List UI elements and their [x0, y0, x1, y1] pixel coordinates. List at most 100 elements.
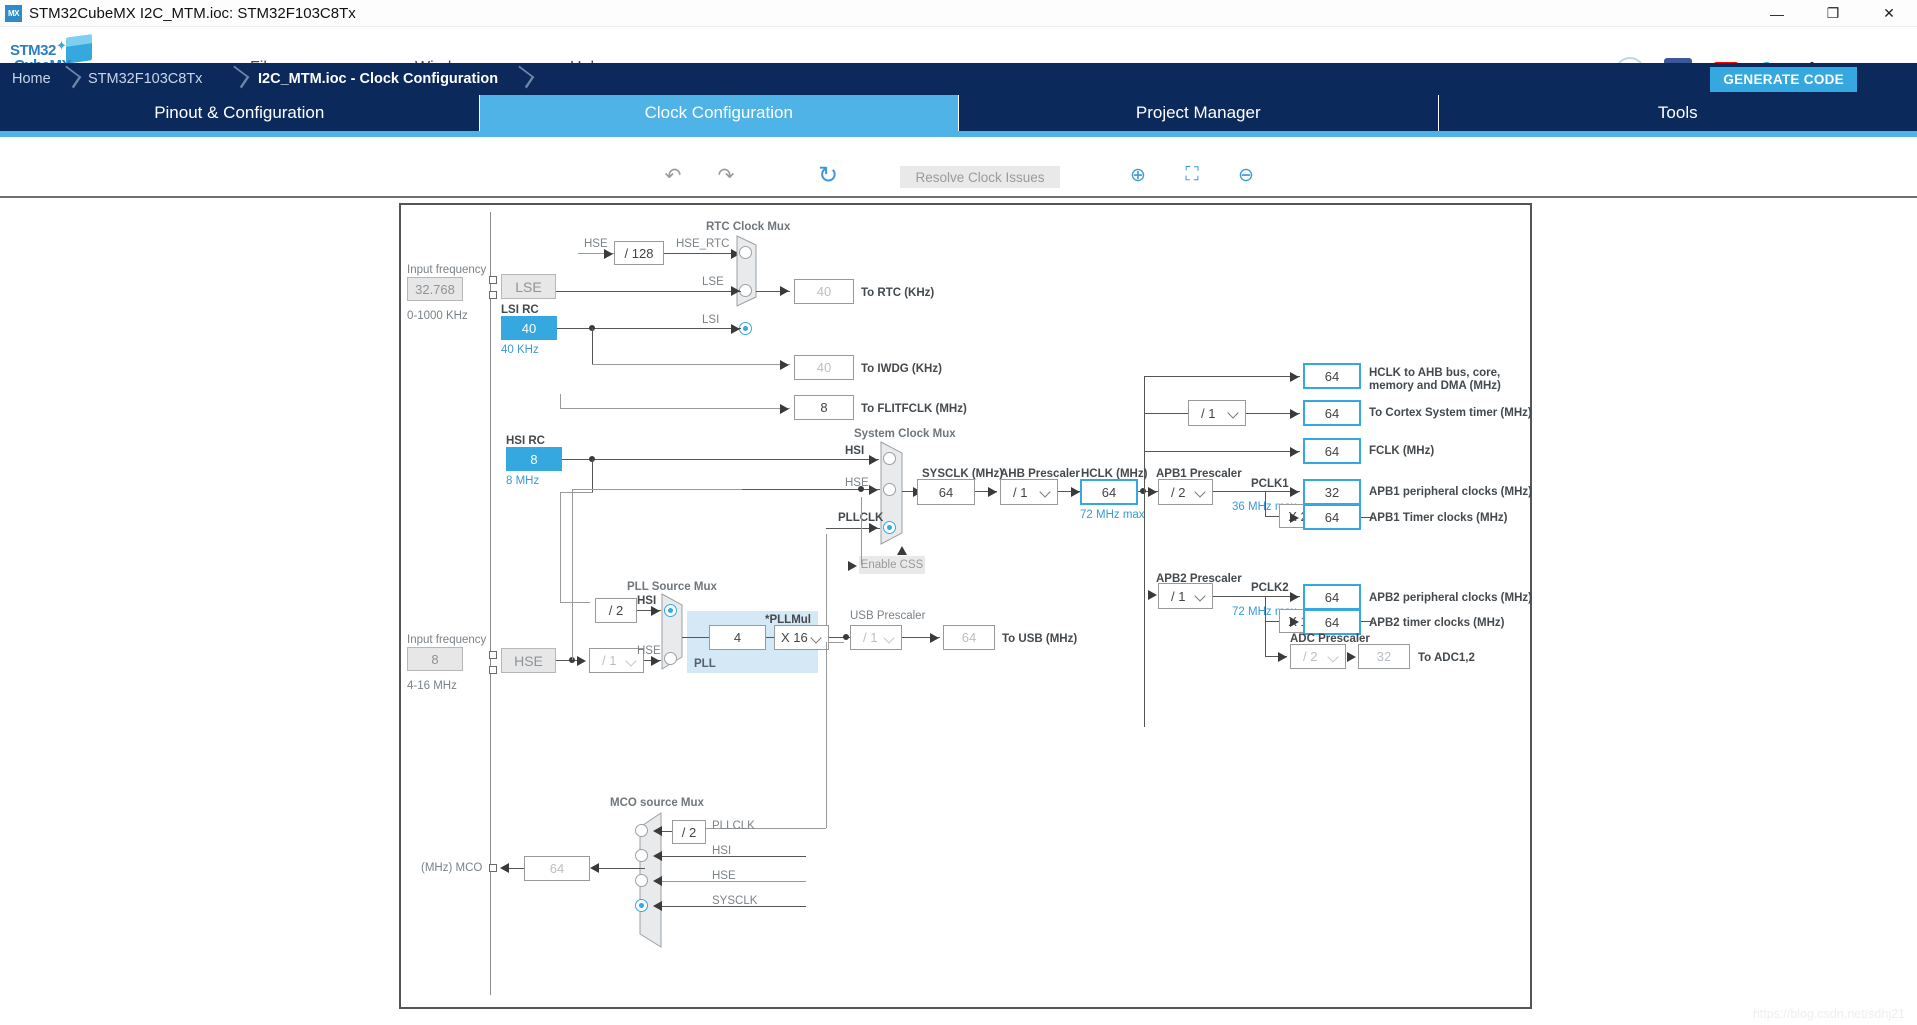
- enable-css-button[interactable]: Enable CSS: [859, 556, 925, 574]
- tab-tools[interactable]: Tools: [1438, 95, 1917, 131]
- hse-range-label: 4-16 MHz: [407, 680, 457, 692]
- arrow-sysmux-hse: [869, 485, 878, 495]
- tab-pinout-configuration[interactable]: Pinout & Configuration: [0, 95, 480, 131]
- fclk-field[interactable]: 64: [1303, 438, 1361, 464]
- pll-group-label: PLL: [694, 658, 716, 670]
- hse-input-frequency-label: Input frequency: [407, 634, 487, 646]
- arrow-apb2-periph: [1290, 592, 1299, 602]
- arrow-rtcmux-in1: [731, 286, 740, 296]
- chevron-down-icon: [625, 654, 637, 667]
- to-flitfclk-field[interactable]: 8: [794, 395, 854, 420]
- adc-prescaler-select[interactable]: / 2: [1290, 644, 1346, 669]
- pllmux-radio-hsi[interactable]: [664, 604, 677, 617]
- sysmux-radio-pllclk[interactable]: [883, 521, 896, 534]
- breadcrumb-device[interactable]: STM32F103C8Tx: [88, 63, 202, 95]
- hse-prescaler-value: / 1: [602, 653, 617, 668]
- mco-mux-radio-pllclk[interactable]: [635, 824, 648, 837]
- sysclk-field[interactable]: 64: [917, 479, 975, 505]
- sysmux-hsi-label: HSI: [845, 445, 865, 457]
- breadcrumb-home[interactable]: Home: [12, 63, 51, 95]
- redo-icon[interactable]: ↷: [708, 157, 744, 193]
- rtc-mux-radio-hse-rtc[interactable]: [739, 246, 752, 259]
- arrow-iwdg: [780, 360, 789, 370]
- apb1-peripheral-field[interactable]: 32: [1303, 479, 1361, 505]
- hse-source-box[interactable]: HSE: [501, 648, 556, 673]
- wire-hsi-main: [562, 459, 879, 460]
- ahb-output-field[interactable]: 64: [1303, 363, 1361, 389]
- apb2-prescaler-select[interactable]: / 1: [1158, 583, 1213, 609]
- breadcrumb-chevron-1: [60, 63, 82, 95]
- hse-rtc-divider-box[interactable]: / 128: [614, 241, 664, 265]
- wire-mco-hsi: [662, 856, 806, 857]
- reset-clock-icon[interactable]: ↻: [810, 157, 846, 193]
- to-adc-field[interactable]: 32: [1358, 644, 1410, 669]
- lsi-value-field[interactable]: 40: [501, 316, 557, 340]
- clock-tree-canvas[interactable]: [399, 203, 1532, 1009]
- wire-hsi-into-div2: [560, 602, 590, 603]
- wire-css-feed: [861, 497, 862, 565]
- wire-apb2-x1-drop: [1265, 596, 1266, 621]
- fit-view-icon[interactable]: ⛶: [1174, 157, 1210, 193]
- wire-pllmux-to-pll: [682, 637, 709, 638]
- mco-output-field[interactable]: 64: [524, 856, 590, 881]
- arrow-hse-div128: [604, 249, 613, 259]
- to-usb-field[interactable]: 64: [943, 625, 995, 650]
- hse-input-frequency-field[interactable]: 8: [407, 647, 463, 671]
- undo-icon[interactable]: ↶: [655, 157, 691, 193]
- wire-apb1-x2-drop: [1265, 491, 1266, 516]
- zoom-out-icon[interactable]: ⊖: [1228, 157, 1264, 193]
- tab-project-manager[interactable]: Project Manager: [959, 95, 1439, 131]
- hclk-field[interactable]: 64: [1080, 479, 1138, 505]
- wire-mco-hse: [662, 881, 806, 882]
- arrow-hclk: [1071, 487, 1080, 497]
- wire-apb2-pclk2: [1213, 596, 1300, 597]
- ahb-prescaler-select[interactable]: / 1: [1000, 479, 1058, 505]
- restore-button[interactable]: ❐: [1805, 0, 1861, 27]
- cortex-timer-field[interactable]: 64: [1303, 400, 1361, 426]
- wire-lsi-to-rtcmux: [557, 328, 741, 329]
- wire-apb2-adc-drop: [1265, 621, 1266, 656]
- mco-output-label: (MHz) MCO: [421, 862, 483, 874]
- apb2-timer-field[interactable]: 64: [1303, 609, 1361, 635]
- cortex-prescaler-select[interactable]: / 1: [1188, 400, 1246, 426]
- lse-input-frequency-label: Input frequency: [407, 264, 487, 276]
- generate-code-button[interactable]: GENERATE CODE: [1710, 67, 1857, 92]
- arrow-mco-hse: [653, 876, 662, 886]
- lse-input-frequency-field[interactable]: 32.768: [407, 277, 463, 301]
- apb2-timer-label: APB2 timer clocks (MHz): [1369, 617, 1505, 629]
- sysmux-radio-hse[interactable]: [883, 483, 896, 496]
- lse-source-box[interactable]: LSE: [501, 274, 556, 299]
- resolve-clock-issues-button[interactable]: Resolve Clock Issues: [900, 166, 1060, 188]
- minimize-button[interactable]: —: [1749, 0, 1805, 27]
- arrow-apb2-prescaler: [1148, 590, 1157, 600]
- hse-prescaler-select[interactable]: / 1: [589, 648, 644, 673]
- breadcrumb-current[interactable]: I2C_MTM.ioc - Clock Configuration: [258, 63, 498, 95]
- apb1-prescaler-select[interactable]: / 2: [1158, 479, 1213, 505]
- apb1-timer-field[interactable]: 64: [1303, 504, 1361, 530]
- arrow-sysmux-hsi: [869, 455, 878, 465]
- lsi-unit-label: 40 KHz: [501, 344, 539, 356]
- fclk-label: FCLK (MHz): [1369, 445, 1435, 457]
- mco-mux-radio-hse[interactable]: [635, 874, 648, 887]
- wire-hsi-to-flitfclk: [560, 408, 790, 409]
- hsi-value-field[interactable]: 8: [506, 447, 562, 471]
- close-button[interactable]: ✕: [1861, 0, 1917, 27]
- usb-prescaler-select[interactable]: / 1: [850, 625, 902, 650]
- tab-clock-configuration[interactable]: Clock Configuration: [479, 95, 959, 131]
- mco-mux-radio-hsi[interactable]: [635, 849, 648, 862]
- apb2-peripheral-field[interactable]: 64: [1303, 584, 1361, 610]
- to-iwdg-field[interactable]: 40: [794, 355, 854, 380]
- zoom-in-icon[interactable]: ⊕: [1120, 157, 1156, 193]
- mco-mux-radio-sysclk[interactable]: [635, 899, 648, 912]
- rtc-clock-mux-shape: [736, 235, 757, 307]
- title-bar: MX STM32CubeMX I2C_MTM.ioc: STM32F103C8T…: [0, 0, 1917, 27]
- to-rtc-field[interactable]: 40: [794, 279, 854, 304]
- mco-source-mux-title: MCO source Mux: [610, 797, 704, 809]
- sysmux-radio-hsi[interactable]: [883, 452, 896, 465]
- to-rtc-label: To RTC (KHz): [861, 287, 935, 299]
- apb1-peripheral-label: APB1 peripheral clocks (MHz): [1369, 486, 1532, 498]
- pll-input-field[interactable]: 4: [709, 625, 766, 650]
- pllmux-radio-hse[interactable]: [664, 652, 677, 665]
- arrow-mco-out: [590, 863, 599, 873]
- pllmul-select[interactable]: X 16: [774, 625, 829, 650]
